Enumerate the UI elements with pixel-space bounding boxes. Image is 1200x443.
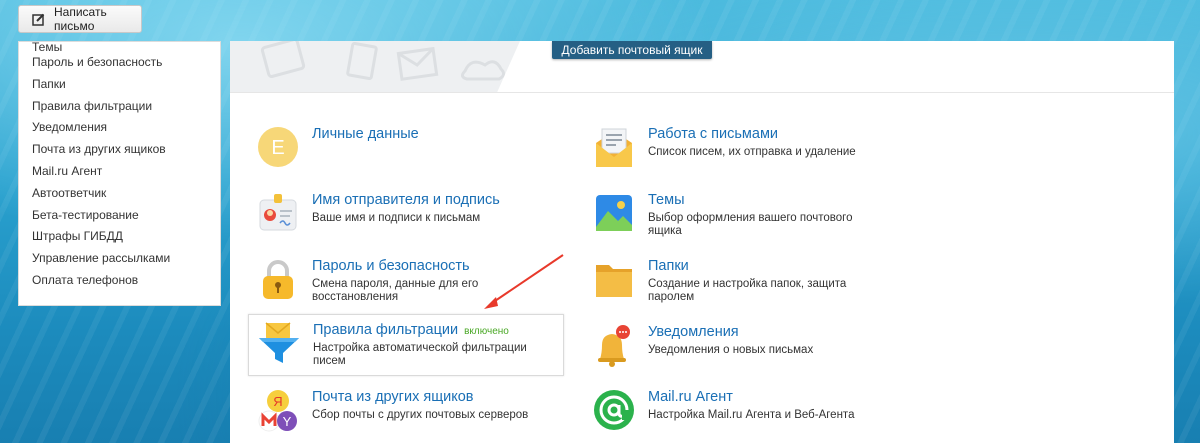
setting-title[interactable]: Почта из других ящиков [312, 389, 474, 405]
setting-filter-rules[interactable]: Правила фильтрации включено Настройка авт… [248, 314, 564, 376]
svg-text:E: E [271, 137, 284, 159]
setting-description: Список писем, их отправка и удаление [648, 146, 856, 158]
setting-title[interactable]: Mail.ru Агент [648, 389, 733, 405]
setting-agent[interactable]: Mail.ru Агент Настройка Mail.ru Агента и… [584, 382, 900, 443]
setting-description: Настройка автоматической фильтрации писе… [313, 342, 527, 367]
compose-button[interactable]: Написать письмо [18, 5, 142, 33]
setting-title[interactable]: Имя отправителя и подпись [312, 192, 500, 208]
padlock-icon [256, 257, 300, 301]
setting-description: Создание и настройка папок, защита парол… [648, 278, 847, 303]
setting-sender-signature[interactable]: Имя отправителя и подпись Ваше имя и под… [248, 185, 564, 247]
add-mailbox-button[interactable]: Добавить почтовый ящик [552, 41, 712, 59]
setting-personal-data[interactable]: E Личные данные [248, 119, 564, 181]
sidebar-item-fines[interactable]: Штрафы ГИБДД [19, 226, 220, 248]
setting-folders[interactable]: Папки Создание и настройка папок, защита… [584, 251, 900, 313]
filter-funnel-icon [257, 321, 301, 365]
setting-description: Смена пароля, данные для его восстановле… [312, 278, 479, 303]
setting-notifications[interactable]: Уведомления Уведомления о новых письмах [584, 317, 900, 379]
open-envelope-icon [592, 125, 636, 169]
picture-icon [592, 191, 636, 235]
settings-sidebar: Темы Пароль и безопасность Папки Правила… [18, 41, 221, 306]
sidebar-item-agent[interactable]: Mail.ru Агент [19, 161, 220, 183]
setting-mail-collector[interactable]: Я Y Почта из других ящиков Сбор почты с … [248, 382, 564, 443]
sidebar-item-password[interactable]: Пароль и безопасность [19, 52, 220, 74]
main-header: Добавить почтовый ящик [230, 41, 1174, 93]
setting-title[interactable]: Уведомления [648, 324, 739, 340]
setting-themes[interactable]: Темы Выбор оформления вашего почтового я… [584, 185, 900, 247]
mail-collector-icon: Я Y [256, 388, 300, 432]
sidebar-item-themes[interactable]: Темы [19, 41, 220, 53]
bell-icon [592, 323, 636, 367]
header-decoration [230, 41, 520, 92]
sidebar-item-collector[interactable]: Почта из других ящиков [19, 139, 220, 161]
compose-icon [32, 13, 45, 26]
sidebar-item-phone-payments[interactable]: Оплата телефонов [19, 270, 220, 292]
setting-description: Ваше имя и подписи к письмам [312, 212, 481, 224]
setting-description: Выбор оформления вашего почтового ящика [648, 212, 853, 237]
compose-label: Написать письмо [54, 5, 107, 33]
setting-title-text: Правила фильтрации [313, 322, 459, 338]
setting-description: Настройка Mail.ru Агента и Веб-Агента [648, 409, 855, 421]
setting-password-security[interactable]: Пароль и безопасность Смена пароля, данн… [248, 251, 564, 313]
sidebar-item-beta[interactable]: Бета-тестирование [19, 205, 220, 227]
agent-at-icon [592, 388, 636, 432]
setting-description: Уведомления о новых письмах [648, 344, 814, 356]
status-badge: включено [464, 326, 509, 337]
setting-title[interactable]: Личные данные [312, 126, 419, 142]
setting-letters[interactable]: Работа с письмами Список писем, их отпра… [584, 119, 900, 181]
setting-title[interactable]: Правила фильтрации включено [313, 322, 509, 338]
signature-card-icon [256, 191, 300, 235]
sidebar-item-folders[interactable]: Папки [19, 74, 220, 96]
sidebar-item-subscriptions[interactable]: Управление рассылками [19, 248, 220, 270]
settings-main-panel: Добавить почтовый ящик E Личные данные И… [230, 41, 1174, 443]
sidebar-item-autoresponder[interactable]: Автоответчик [19, 183, 220, 205]
sidebar-item-notifications[interactable]: Уведомления [19, 117, 220, 139]
setting-title[interactable]: Темы [648, 192, 685, 208]
setting-description: Сбор почты с других почтовых серверов [312, 409, 529, 421]
setting-title[interactable]: Пароль и безопасность [312, 258, 470, 274]
setting-title[interactable]: Работа с письмами [648, 126, 778, 142]
personal-data-icon: E [256, 125, 300, 169]
svg-text:Я: Я [273, 394, 282, 409]
svg-text:Y: Y [283, 414, 292, 429]
sidebar-item-filters[interactable]: Правила фильтрации [19, 96, 220, 118]
setting-title[interactable]: Папки [648, 258, 689, 274]
folder-icon [592, 257, 636, 301]
